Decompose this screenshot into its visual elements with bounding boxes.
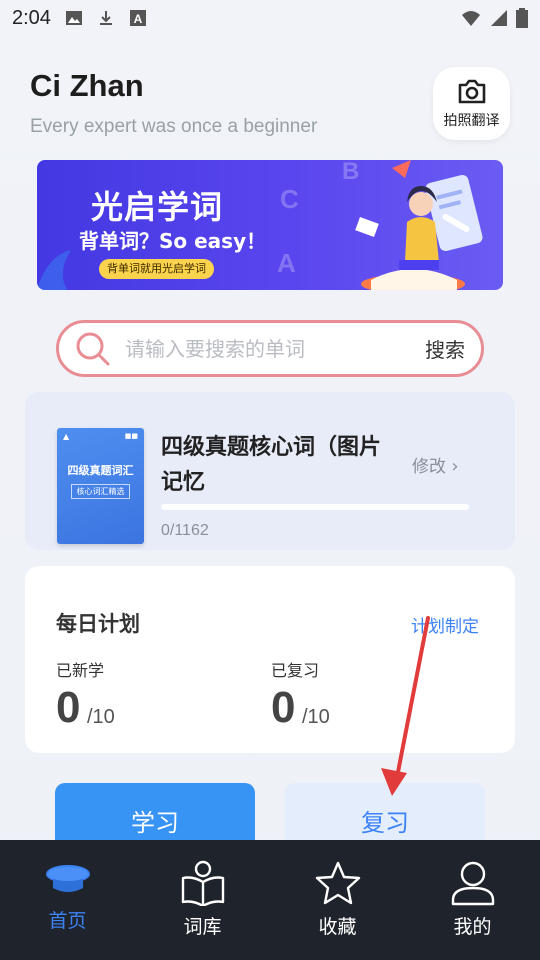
- banner-letter: A: [277, 248, 296, 278]
- star-icon: [315, 861, 360, 905]
- search-bar: 搜索: [56, 320, 484, 377]
- image-icon: [65, 11, 82, 25]
- status-bar: 2:04 A: [0, 0, 540, 36]
- reviewed-total: /10: [302, 706, 330, 728]
- nav-item-favorites[interactable]: 收藏: [270, 840, 405, 960]
- battery-icon: [516, 8, 528, 28]
- book-title: 四级真题核心词（图片记忆: [161, 435, 382, 495]
- banner-letter: C: [280, 184, 299, 214]
- banner-subtitle: 背单词？So easy！: [79, 229, 267, 253]
- cover-title: 四级真题词汇: [67, 464, 134, 477]
- graduation-cap-icon: [45, 865, 90, 892]
- edit-book-button[interactable]: 修改 ›: [412, 452, 459, 477]
- camera-icon: [458, 79, 485, 103]
- user-icon: [451, 861, 494, 906]
- app-subtitle: Every expert was once a beginner: [30, 116, 318, 137]
- person-book-icon: [181, 860, 224, 906]
- signal-icon: [491, 10, 507, 26]
- nav-item-home[interactable]: 首页: [0, 840, 135, 960]
- nav-label-favorites: 收藏: [318, 916, 357, 938]
- new-learned-total: /10: [87, 706, 115, 728]
- make-plan-link[interactable]: 计划制定: [411, 612, 479, 637]
- cover-badge: ■■: [124, 432, 138, 440]
- promo-banner[interactable]: B C A 光启学词 背单词？So easy！ 背单词就用光启学词: [37, 160, 503, 290]
- font-a-icon: A: [129, 10, 146, 26]
- search-icon: [76, 332, 110, 365]
- search-button[interactable]: 搜索: [425, 334, 465, 363]
- svg-text:A: A: [134, 12, 143, 26]
- nav-item-profile[interactable]: 我的: [405, 840, 540, 960]
- reviewed-label: 已复习: [271, 661, 320, 680]
- banner-title: 光启学词: [91, 188, 224, 226]
- app-title: Ci Zhan: [30, 68, 144, 103]
- search-input[interactable]: [125, 336, 425, 361]
- book-cover: ▲ ■■ 四级真题词汇 核心词汇精选: [57, 428, 144, 544]
- edit-label: 修改: [412, 457, 446, 477]
- reviewed-value: 0: [271, 683, 296, 732]
- cover-logo: ▲: [63, 432, 70, 441]
- current-book-card[interactable]: ▲ ■■ 四级真题词汇 核心词汇精选 四级真题核心词（图片记忆 修改 › 0/1…: [25, 392, 515, 550]
- new-learned-label: 已新学: [56, 661, 105, 680]
- chevron-right-icon: ›: [451, 456, 459, 477]
- photo-translate-button[interactable]: 拍照翻译: [433, 67, 510, 140]
- daily-plan-card: 每日计划 计划制定 已新学 0 /10 已复习 0 /10: [25, 566, 515, 753]
- nav-label-profile: 我的: [453, 916, 492, 938]
- book-progress-count: 0/1162: [161, 522, 209, 539]
- new-learned-value: 0: [56, 683, 81, 732]
- wifi-icon: [462, 11, 480, 26]
- daily-plan-title: 每日计划: [56, 612, 140, 636]
- book-progress-bar: [161, 504, 469, 510]
- cover-subtitle: 核心词汇精选: [71, 484, 130, 499]
- nav-item-wordbank[interactable]: 词库: [135, 840, 270, 960]
- nav-label-wordbank: 词库: [183, 916, 222, 938]
- banner-illustration: [355, 160, 483, 290]
- photo-translate-label: 拍照翻译: [443, 112, 500, 129]
- status-time: 2:04: [12, 6, 51, 29]
- download-icon: [99, 11, 112, 25]
- banner-tag: 背单词就用光启学词: [99, 259, 214, 279]
- nav-label-home: 首页: [48, 910, 87, 932]
- bottom-nav: 首页 词库 收藏 我的: [0, 840, 540, 960]
